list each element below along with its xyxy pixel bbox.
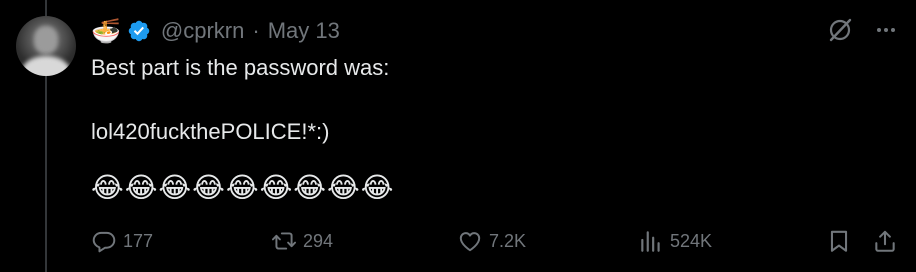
share-icon [875, 230, 895, 252]
separator-dot: · [252, 18, 260, 43]
share-button[interactable] [872, 226, 898, 256]
tweet-text-line: lol420fuckthePOLICE!*:) [91, 119, 330, 144]
tweet-text-line: Best part is the password was: [91, 55, 390, 80]
avatar-shoulders [22, 56, 70, 76]
repost-icon [271, 232, 297, 250]
bookmark-icon [830, 230, 848, 252]
repost-count: 294 [303, 230, 334, 251]
views-count: 524K [670, 230, 713, 251]
author-name-emoji[interactable]: 🍜 [91, 19, 121, 43]
tweet-action-bar: 177 294 7.2K 524K [91, 226, 900, 256]
reply-button[interactable]: 177 [91, 226, 153, 256]
avatar-face [34, 26, 58, 54]
avatar[interactable] [16, 16, 76, 76]
author-handle[interactable]: @cprkrn [161, 18, 244, 44]
heart-icon [459, 232, 481, 252]
tweet-emojis: 😂😂😂😂😂😂😂😂😂 [91, 171, 395, 204]
tweet-date[interactable]: May 13 [268, 18, 340, 44]
bookmark-button[interactable] [826, 226, 852, 256]
reply-icon [92, 231, 116, 253]
tweet-top-actions [826, 16, 900, 44]
verified-badge-icon[interactable] [127, 19, 151, 43]
views-button[interactable]: 524K [638, 226, 712, 256]
tweet-header: 🍜 @cprkrn · May 13 [91, 14, 340, 48]
views-icon [641, 231, 660, 252]
like-count: 7.2K [489, 230, 527, 251]
grok-icon[interactable] [826, 16, 854, 44]
more-icon[interactable] [872, 16, 900, 44]
like-button[interactable]: 7.2K [457, 226, 526, 256]
reply-count: 177 [123, 230, 154, 251]
repost-button[interactable]: 294 [271, 226, 333, 256]
